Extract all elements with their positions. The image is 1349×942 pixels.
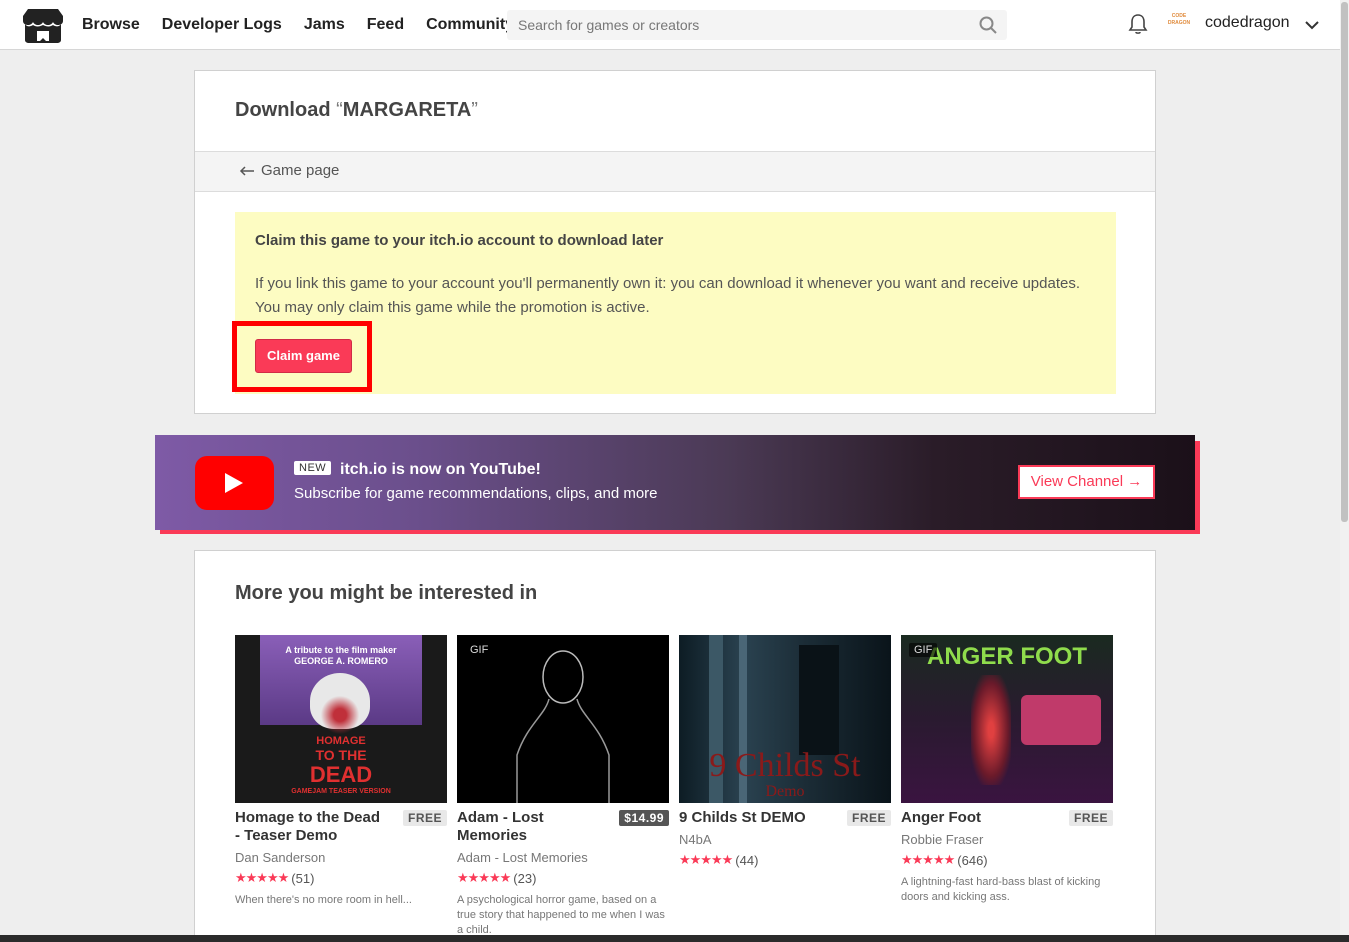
title-prefix: Download: [235, 99, 337, 121]
nav-jams[interactable]: Jams: [304, 16, 345, 34]
avatar[interactable]: CODE DRAGON: [1166, 13, 1192, 35]
cover-footer: GAMEJAM TEASER VERSION: [291, 788, 391, 795]
section-title: More you might be interested in: [235, 582, 538, 604]
arrow-left-icon: [239, 165, 254, 176]
rating-count: (646): [957, 852, 988, 868]
main-nav: Browse Developer Logs Jams Feed Communit…: [82, 0, 514, 50]
search-placeholder: Search for games or creators: [518, 17, 700, 33]
youtube-subtext: Subscribe for game recommendations, clip…: [294, 485, 658, 502]
rating-stars-icon: ★★★★★: [679, 852, 733, 867]
game-thumbnail[interactable]: A tribute to the film maker GEORGE A. RO…: [235, 635, 447, 803]
game-thumbnail[interactable]: GIF: [457, 635, 669, 803]
cover-line-2: GEORGE A. ROMERO: [294, 656, 388, 666]
youtube-logo-icon[interactable]: [195, 456, 274, 510]
game-rating: ★★★★★ (51): [235, 870, 314, 886]
cover-title-1: HOMAGE: [316, 735, 366, 747]
game-description: A lightning-fast hard-bass blast of kick…: [901, 876, 1101, 903]
game-page-link[interactable]: Game page: [239, 162, 339, 179]
scrollbar[interactable]: [1340, 0, 1349, 935]
itchio-logo-icon[interactable]: [22, 7, 64, 44]
rating-stars-icon: ★★★★★: [457, 870, 511, 885]
game-card-adam: GIF Adam - Lost Memories $14.99 Adam - L…: [457, 635, 669, 936]
game-author[interactable]: Robbie Fraser: [901, 832, 983, 847]
cover-title-2: TO THE: [315, 747, 367, 763]
nav-community[interactable]: Community: [426, 16, 514, 34]
game-description: When there's no more room in hell...: [235, 894, 412, 906]
price-badge: FREE: [1068, 810, 1113, 826]
nav-feed[interactable]: Feed: [367, 16, 404, 34]
search-input[interactable]: Search for games or creators: [507, 10, 1007, 40]
new-badge: NEW: [294, 461, 332, 475]
nav-developer-logs[interactable]: Developer Logs: [162, 16, 282, 34]
game-thumbnail[interactable]: ANGER FOOT GIF: [901, 635, 1113, 803]
price-badge: FREE: [846, 810, 891, 826]
silhouette-image: [516, 650, 610, 803]
scrollbar-thumb[interactable]: [1341, 2, 1348, 522]
cover-subtitle: Demo: [765, 783, 805, 800]
price-badge: FREE: [402, 810, 447, 826]
game-title[interactable]: Adam - Lost Memories: [457, 809, 587, 845]
claim-heading: Claim this game to your itch.io account …: [255, 232, 664, 249]
gif-badge: GIF: [465, 643, 494, 657]
rating-stars-icon: ★★★★★: [901, 852, 955, 867]
game-thumbnail[interactable]: 9 Childs St Demo: [679, 635, 891, 803]
username[interactable]: codedragon: [1205, 14, 1290, 32]
taskbar-strip: [0, 935, 1349, 942]
top-navigation-bar: Browse Developer Logs Jams Feed Communit…: [0, 0, 1340, 50]
youtube-banner: NEW itch.io is now on YouTube! Subscribe…: [155, 435, 1195, 530]
game-page-label: Game page: [261, 162, 340, 179]
game-rating: ★★★★★ (646): [901, 852, 988, 868]
page-title: Download “MARGARETA”: [235, 99, 478, 122]
game-rating: ★★★★★ (44): [679, 852, 758, 868]
nav-browse[interactable]: Browse: [82, 16, 140, 34]
game-rating: ★★★★★ (23): [457, 870, 536, 886]
game-title[interactable]: Homage to the Dead - Teaser Demo: [235, 809, 385, 845]
rating-stars-icon: ★★★★★: [235, 870, 289, 885]
game-author[interactable]: Adam - Lost Memories: [457, 850, 588, 865]
title-close-quote: ”: [471, 99, 478, 121]
search-icon[interactable]: [978, 15, 998, 35]
chevron-down-icon[interactable]: [1303, 16, 1321, 34]
rating-count: (51): [291, 870, 315, 886]
back-bar: Game page: [195, 151, 1155, 192]
recommendations-section: More you might be interested in A tribut…: [194, 550, 1156, 942]
cover-line-1: A tribute to the film maker: [285, 645, 397, 655]
game-name: MARGARETA: [342, 99, 472, 121]
view-channel-button[interactable]: View Channel →: [1018, 465, 1155, 499]
game-description: A psychological horror game, based on a …: [457, 894, 665, 936]
title-open-quote: “: [336, 99, 343, 121]
rating-count: (44): [735, 852, 759, 868]
game-author[interactable]: N4bA: [679, 832, 712, 847]
game-title[interactable]: Anger Foot: [901, 809, 1051, 827]
notifications-bell-icon[interactable]: [1128, 13, 1148, 35]
game-title[interactable]: 9 Childs St DEMO: [679, 809, 829, 827]
game-author[interactable]: Dan Sanderson: [235, 850, 325, 865]
game-card-9-childs-st: 9 Childs St Demo 9 Childs St DEMO FREE N…: [679, 635, 891, 868]
claim-button-highlight: [232, 321, 372, 392]
claim-description: If you link this game to your account yo…: [255, 275, 1080, 316]
rating-count: (23): [513, 870, 537, 886]
cover-title: 9 Childs St: [709, 747, 861, 784]
cover-title-3: DEAD: [309, 762, 373, 787]
gif-badge: GIF: [909, 643, 938, 657]
price-badge: $14.99: [619, 810, 669, 826]
youtube-heading: itch.io is now on YouTube!: [340, 461, 541, 478]
game-card-anger-foot: ANGER FOOT GIF Anger Foot FREE Robbie Fr…: [901, 635, 1113, 903]
game-card-homage: A tribute to the film maker GEORGE A. RO…: [235, 635, 447, 906]
